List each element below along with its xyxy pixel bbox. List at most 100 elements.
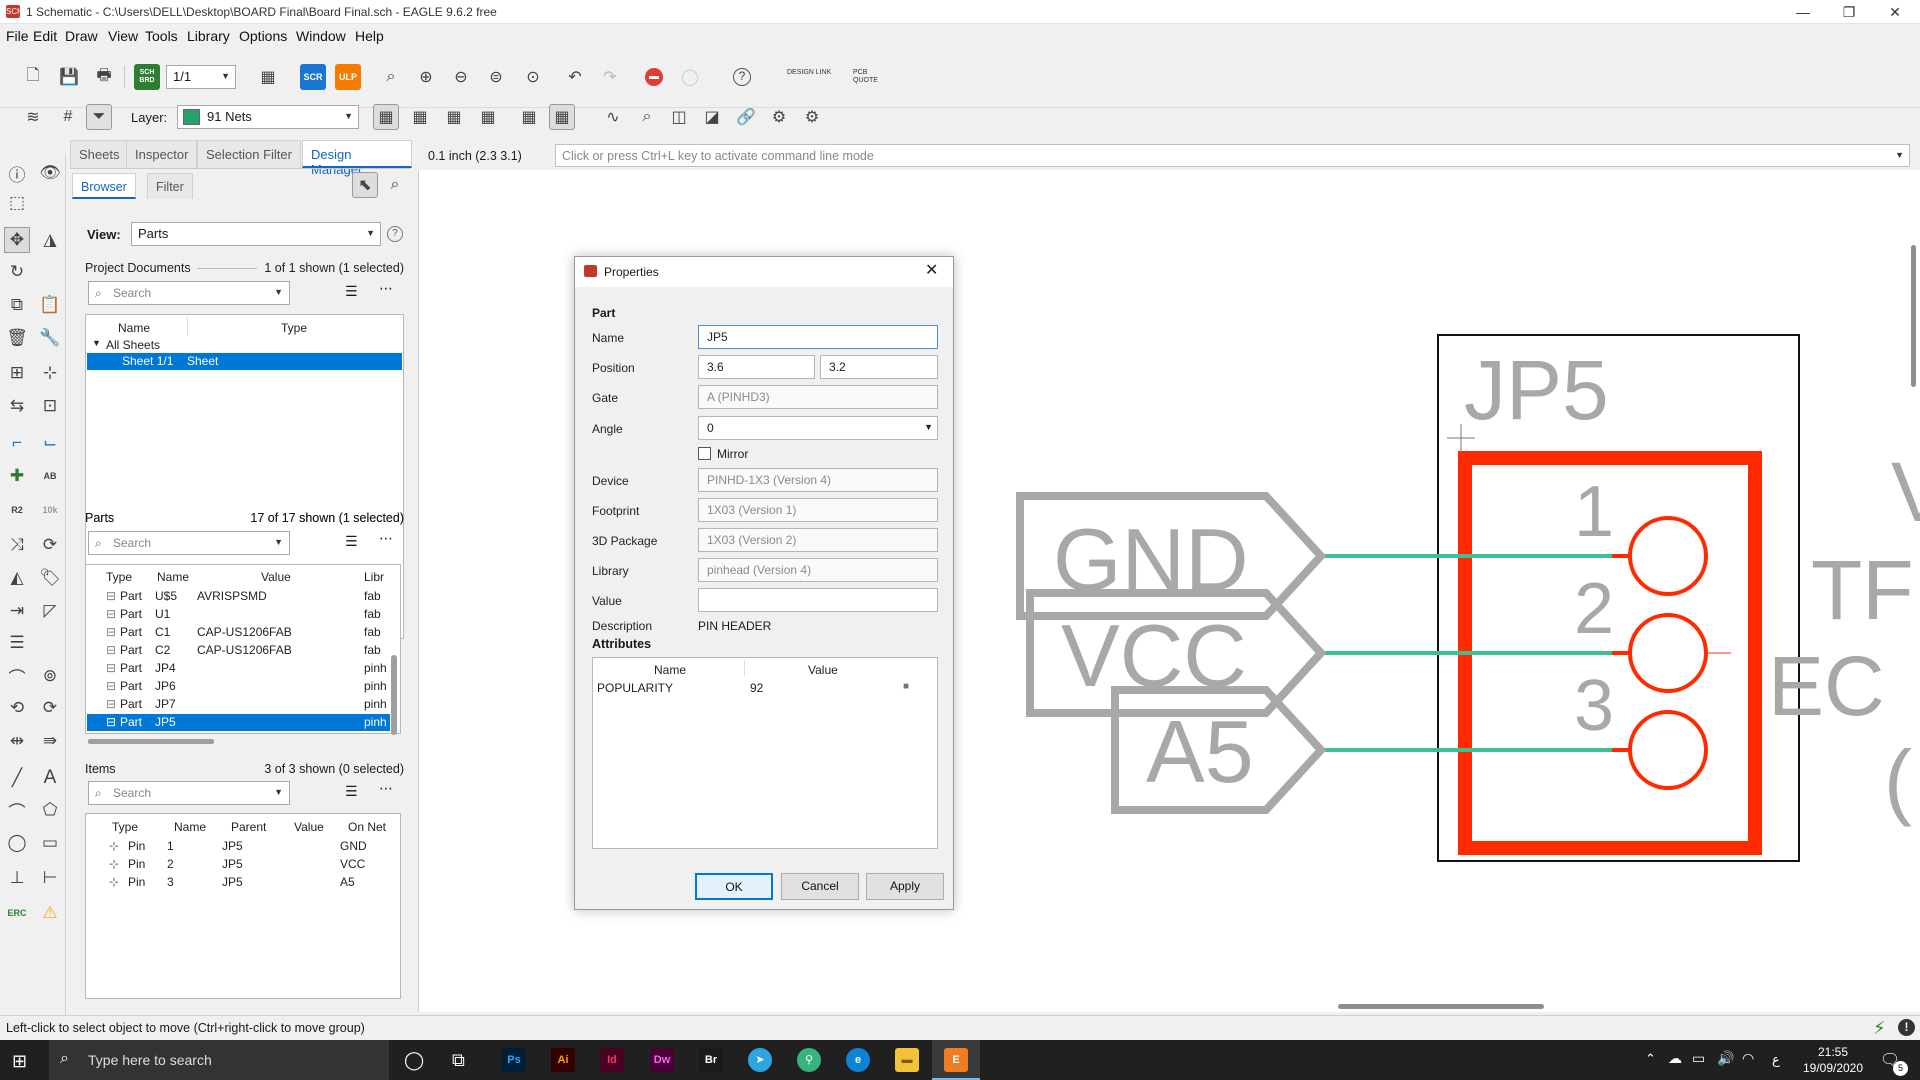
file-explorer-icon[interactable]: ▬ [895,1048,919,1072]
list-options-icon[interactable]: ☰ [345,783,358,800]
zoom-redraw-icon[interactable]: ⊜ [483,64,509,90]
junction-icon[interactable]: ✚ [4,463,30,489]
zoom-selected-icon[interactable]: ⌕ [382,172,408,198]
sch-brd-switch-button[interactable]: SCH BRD [134,64,160,90]
erc-rules-icon[interactable]: ◪ [699,104,725,130]
maps-app-icon[interactable]: ⚲ [797,1048,821,1072]
table-row[interactable]: ⊹ Pin 1 JP5 GND [87,838,399,855]
canvas-horizontal-scrollbar[interactable] [1338,1004,1544,1009]
minimize-button[interactable]: — [1780,0,1826,24]
tree-expand-icon[interactable]: ▼ [92,338,101,348]
move-icon[interactable]: ✥ [4,227,30,253]
redo-icon[interactable]: ↷ [597,64,623,90]
slice-icon[interactable]: ◸ [37,598,63,624]
menu-options[interactable]: Options [239,28,287,44]
clock[interactable]: 21:55 19/09/2020 [1800,1044,1866,1076]
pick-icon[interactable]: ⬉ [352,172,378,198]
table-row[interactable]: ⊹ Pin 2 JP5 VCC [87,856,399,873]
column-name[interactable]: Name [174,820,206,834]
illustrator-icon[interactable]: Ai [551,1048,575,1072]
gate-swap-icon[interactable]: ⇆ [4,393,30,419]
zoom-out-icon[interactable]: ⊖ [448,64,474,90]
copy-icon[interactable]: ⧉ [4,292,30,318]
add-link-icon[interactable]: 🔗 [733,104,759,130]
zoom-select-icon[interactable]: ⊙ [520,64,546,90]
table-row[interactable]: ⊟ Part U$5 AVRISPSMD fab [87,588,390,605]
replace-icon[interactable]: ⊡ [37,393,63,419]
eagle-taskbar-button[interactable]: E [932,1040,980,1080]
align-icon[interactable]: ☰ [4,630,30,656]
erc-icon[interactable]: ERC [4,900,30,926]
layout-quad-icon[interactable]: ▦ [441,104,467,130]
mirror-checkbox[interactable] [698,447,711,460]
menu-view[interactable]: View [108,28,138,44]
subtab-browser[interactable]: Browser [72,173,136,199]
table-row[interactable]: ⊟ Part JP4 pinh [87,660,390,677]
onedrive-icon[interactable]: ☁ [1668,1050,1682,1067]
show-hidden-icons-icon[interactable]: ⌃ [1645,1051,1656,1067]
table-row[interactable]: ⊟ Part JP6 pinh [87,678,390,695]
column-type[interactable]: Type [281,321,307,335]
search-icon[interactable]: ⌕ [634,104,660,130]
wrench-icon[interactable]: 🔧 [37,325,63,351]
parts-search[interactable]: ⌕ Search ▼ [88,531,290,555]
menu-file[interactable]: File [6,28,29,44]
list-item[interactable]: Sheet 1/1 Sheet [87,353,402,370]
bus-icon[interactable]: ⌙ [37,430,63,456]
list-options-icon[interactable]: ☰ [345,533,358,550]
column-value[interactable]: Value [261,570,291,584]
dimension-icon[interactable]: ⇹ [4,728,30,754]
battery-icon[interactable]: ▭ [1692,1050,1705,1067]
column-library[interactable]: Libr [364,570,384,584]
net-label-a5[interactable]: A5 [1146,708,1254,796]
value-icon[interactable]: 10k [37,497,63,523]
edge-browser-icon[interactable]: e [846,1048,870,1072]
zoom-fit-icon[interactable]: ⌕ [378,64,404,90]
arc-route-alt-icon[interactable]: ⟳ [37,695,63,721]
ok-button[interactable]: OK [695,873,773,900]
add-part-icon[interactable]: ⊞ [4,360,30,386]
column-attr-value[interactable]: Value [808,663,838,677]
menu-library[interactable]: Library [187,28,230,44]
label-icon[interactable]: AB [37,463,63,489]
cancel-button[interactable]: Cancel [781,873,859,900]
new-file-icon[interactable]: 🗋 [20,64,46,90]
wave-icon[interactable]: ∿ [600,104,626,130]
indesign-icon[interactable]: Id [600,1048,624,1072]
vertical-scrollbar[interactable] [391,655,397,735]
task-view-icon[interactable]: ⧉ [452,1050,465,1071]
column-value[interactable]: Value [294,820,324,834]
arc-icon[interactable]: ⌒ [4,797,30,823]
cortana-icon[interactable]: ◯ [404,1050,424,1071]
go-icon[interactable]: ◯ [677,64,703,90]
more-options-icon[interactable]: ⋯ [379,530,393,547]
horizontal-scrollbar[interactable] [88,739,214,744]
circle-icon[interactable]: ◯ [4,830,30,856]
cam-processor-icon[interactable]: ▦ [255,64,281,90]
net-label-vcc[interactable]: VCC [1061,612,1247,700]
column-on-net[interactable]: On Net [348,820,386,834]
print-icon[interactable]: 🖶 [91,64,117,90]
windows-start-icon[interactable]: ⊞ [12,1051,27,1072]
name-icon[interactable]: R2 [4,497,30,523]
angle-select[interactable]: 0 ▼ [698,416,938,440]
table-row[interactable]: ⊟ Part C1 CAP-US1206FAB fab [87,624,390,641]
part-name-label[interactable]: JP5 [1464,348,1609,432]
apply-button[interactable]: Apply [866,873,944,900]
smash-icon[interactable]: ⟳ [37,532,63,558]
show-icon[interactable]: 👁 [37,160,63,186]
subtab-filter[interactable]: Filter [147,173,193,199]
table-row[interactable]: ⊟ Part JP7 pinh [87,696,390,713]
more-options-icon[interactable]: ⋯ [379,280,393,297]
layer-combo[interactable]: 91 Nets ▼ [177,105,359,129]
help-button[interactable]: ? [729,64,755,90]
name-field[interactable]: JP5 [698,325,938,349]
alert-icon[interactable]: ! [1898,1019,1915,1036]
mirror-icon[interactable]: ◮ [37,227,63,253]
split-icon[interactable]: ⤨ [4,532,30,558]
measure-icon[interactable]: ⊢ [37,865,63,891]
column-parent[interactable]: Parent [231,820,266,834]
script-button[interactable]: SCR [300,64,326,90]
add-pin-icon[interactable]: ⊹ [37,360,63,386]
delete-icon[interactable]: 🗑 [4,325,30,351]
